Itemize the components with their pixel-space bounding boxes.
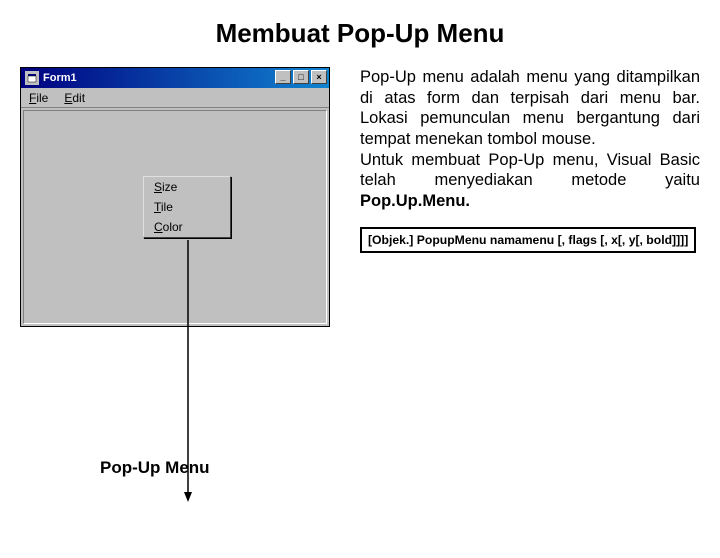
desc-p2b: Pop.Up.Menu. [360,192,470,210]
titlebar-buttons: _ □ × [273,70,327,84]
popup-menu: Size Tile Color [143,176,231,238]
desc-p2a: Untuk membuat Pop-Up menu, Visual Basic … [360,151,700,190]
maximize-button[interactable]: □ [293,70,309,84]
menu-edit[interactable]: Edit [56,89,93,107]
popup-tile-rest: ile [161,200,173,214]
popup-item-tile[interactable]: Tile [144,197,230,217]
menu-file[interactable]: File [21,89,56,107]
popup-color-rest: olor [163,220,183,234]
popup-color-mnemonic: C [154,220,163,234]
titlebar-text: Form1 [43,72,77,84]
form-icon [25,71,39,85]
minimize-button[interactable]: _ [275,70,291,84]
description-text: Pop-Up menu adalah menu yang ditampilkan… [360,67,700,211]
popup-tile-mnemonic: T [154,200,161,214]
popup-size-mnemonic: S [154,180,162,194]
close-button[interactable]: × [311,70,327,84]
menu-edit-rest: dit [72,91,85,105]
desc-p1: Pop-Up menu adalah menu yang ditampilkan… [360,68,700,148]
right-column: Pop-Up menu adalah menu yang ditampilkan… [350,67,700,327]
syntax-box: [Objek.] PopupMenu namamenu [, flags [, … [360,227,696,253]
page-title: Membuat Pop-Up Menu [0,18,720,49]
menu-file-rest: ile [36,91,48,105]
vb-window: Form1 _ □ × File Edit Size Tile Color [20,67,330,327]
titlebar: Form1 _ □ × [21,68,329,88]
content-row: Form1 _ □ × File Edit Size Tile Color [0,67,720,327]
popup-item-size[interactable]: Size [144,177,230,197]
popup-menu-label: Pop-Up Menu [100,458,210,478]
menubar: File Edit [21,88,329,108]
popup-item-color[interactable]: Color [144,217,230,237]
left-column: Form1 _ □ × File Edit Size Tile Color [20,67,350,327]
popup-size-rest: ize [162,180,177,194]
